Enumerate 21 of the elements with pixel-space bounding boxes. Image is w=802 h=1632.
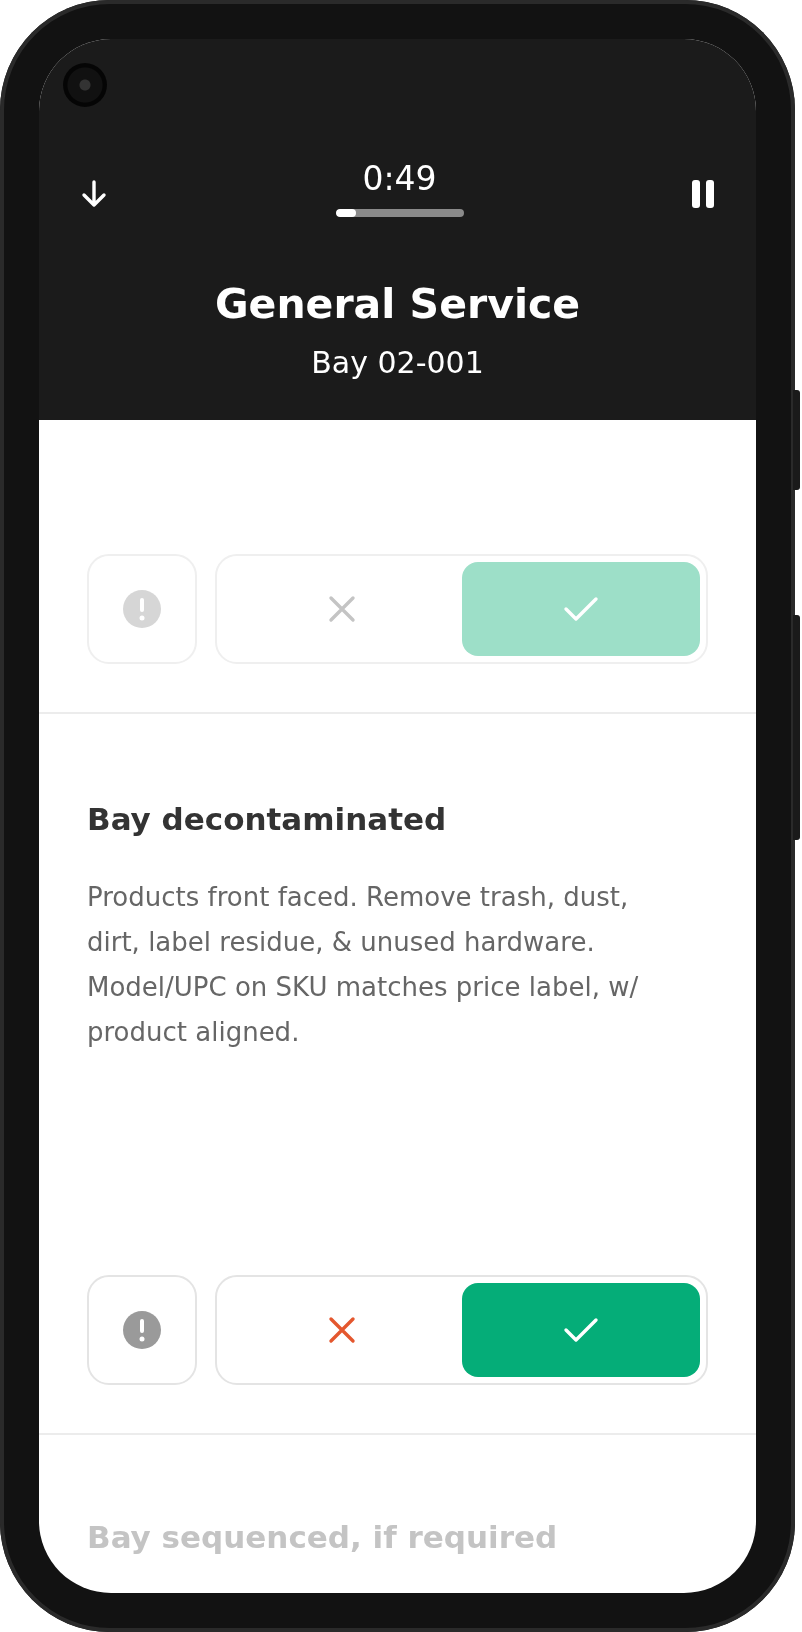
flag-button[interactable]	[87, 1275, 197, 1385]
exclamation-icon	[123, 590, 161, 628]
screen-subtitle: Bay 02-001	[311, 344, 484, 382]
exclamation-icon	[123, 1311, 161, 1349]
checkmark-icon	[562, 594, 599, 624]
pass-button[interactable]	[461, 1283, 700, 1377]
pass-button[interactable]	[461, 562, 700, 656]
close-icon	[328, 1316, 357, 1344]
item-title: Bay decontaminated	[87, 800, 448, 839]
close-icon	[328, 595, 357, 623]
item-title: Bay sequenced, if required	[87, 1518, 559, 1557]
pause-button[interactable]	[690, 179, 716, 209]
screen-title: General Service	[214, 279, 581, 329]
timer-text: 0:49	[362, 159, 437, 199]
down-arrow-icon	[79, 179, 109, 209]
item-description: Products front faced. Remove trash, dust, dirt, label residue, & unused hardware. Model/UPC on SKU matches price label, w/ product aligned.	[87, 881, 640, 1049]
flag-button[interactable]	[87, 554, 197, 664]
download-button[interactable]	[79, 179, 109, 209]
pause-icon	[690, 179, 716, 209]
checkmark-icon	[562, 1315, 599, 1345]
camera-icon	[63, 63, 107, 107]
